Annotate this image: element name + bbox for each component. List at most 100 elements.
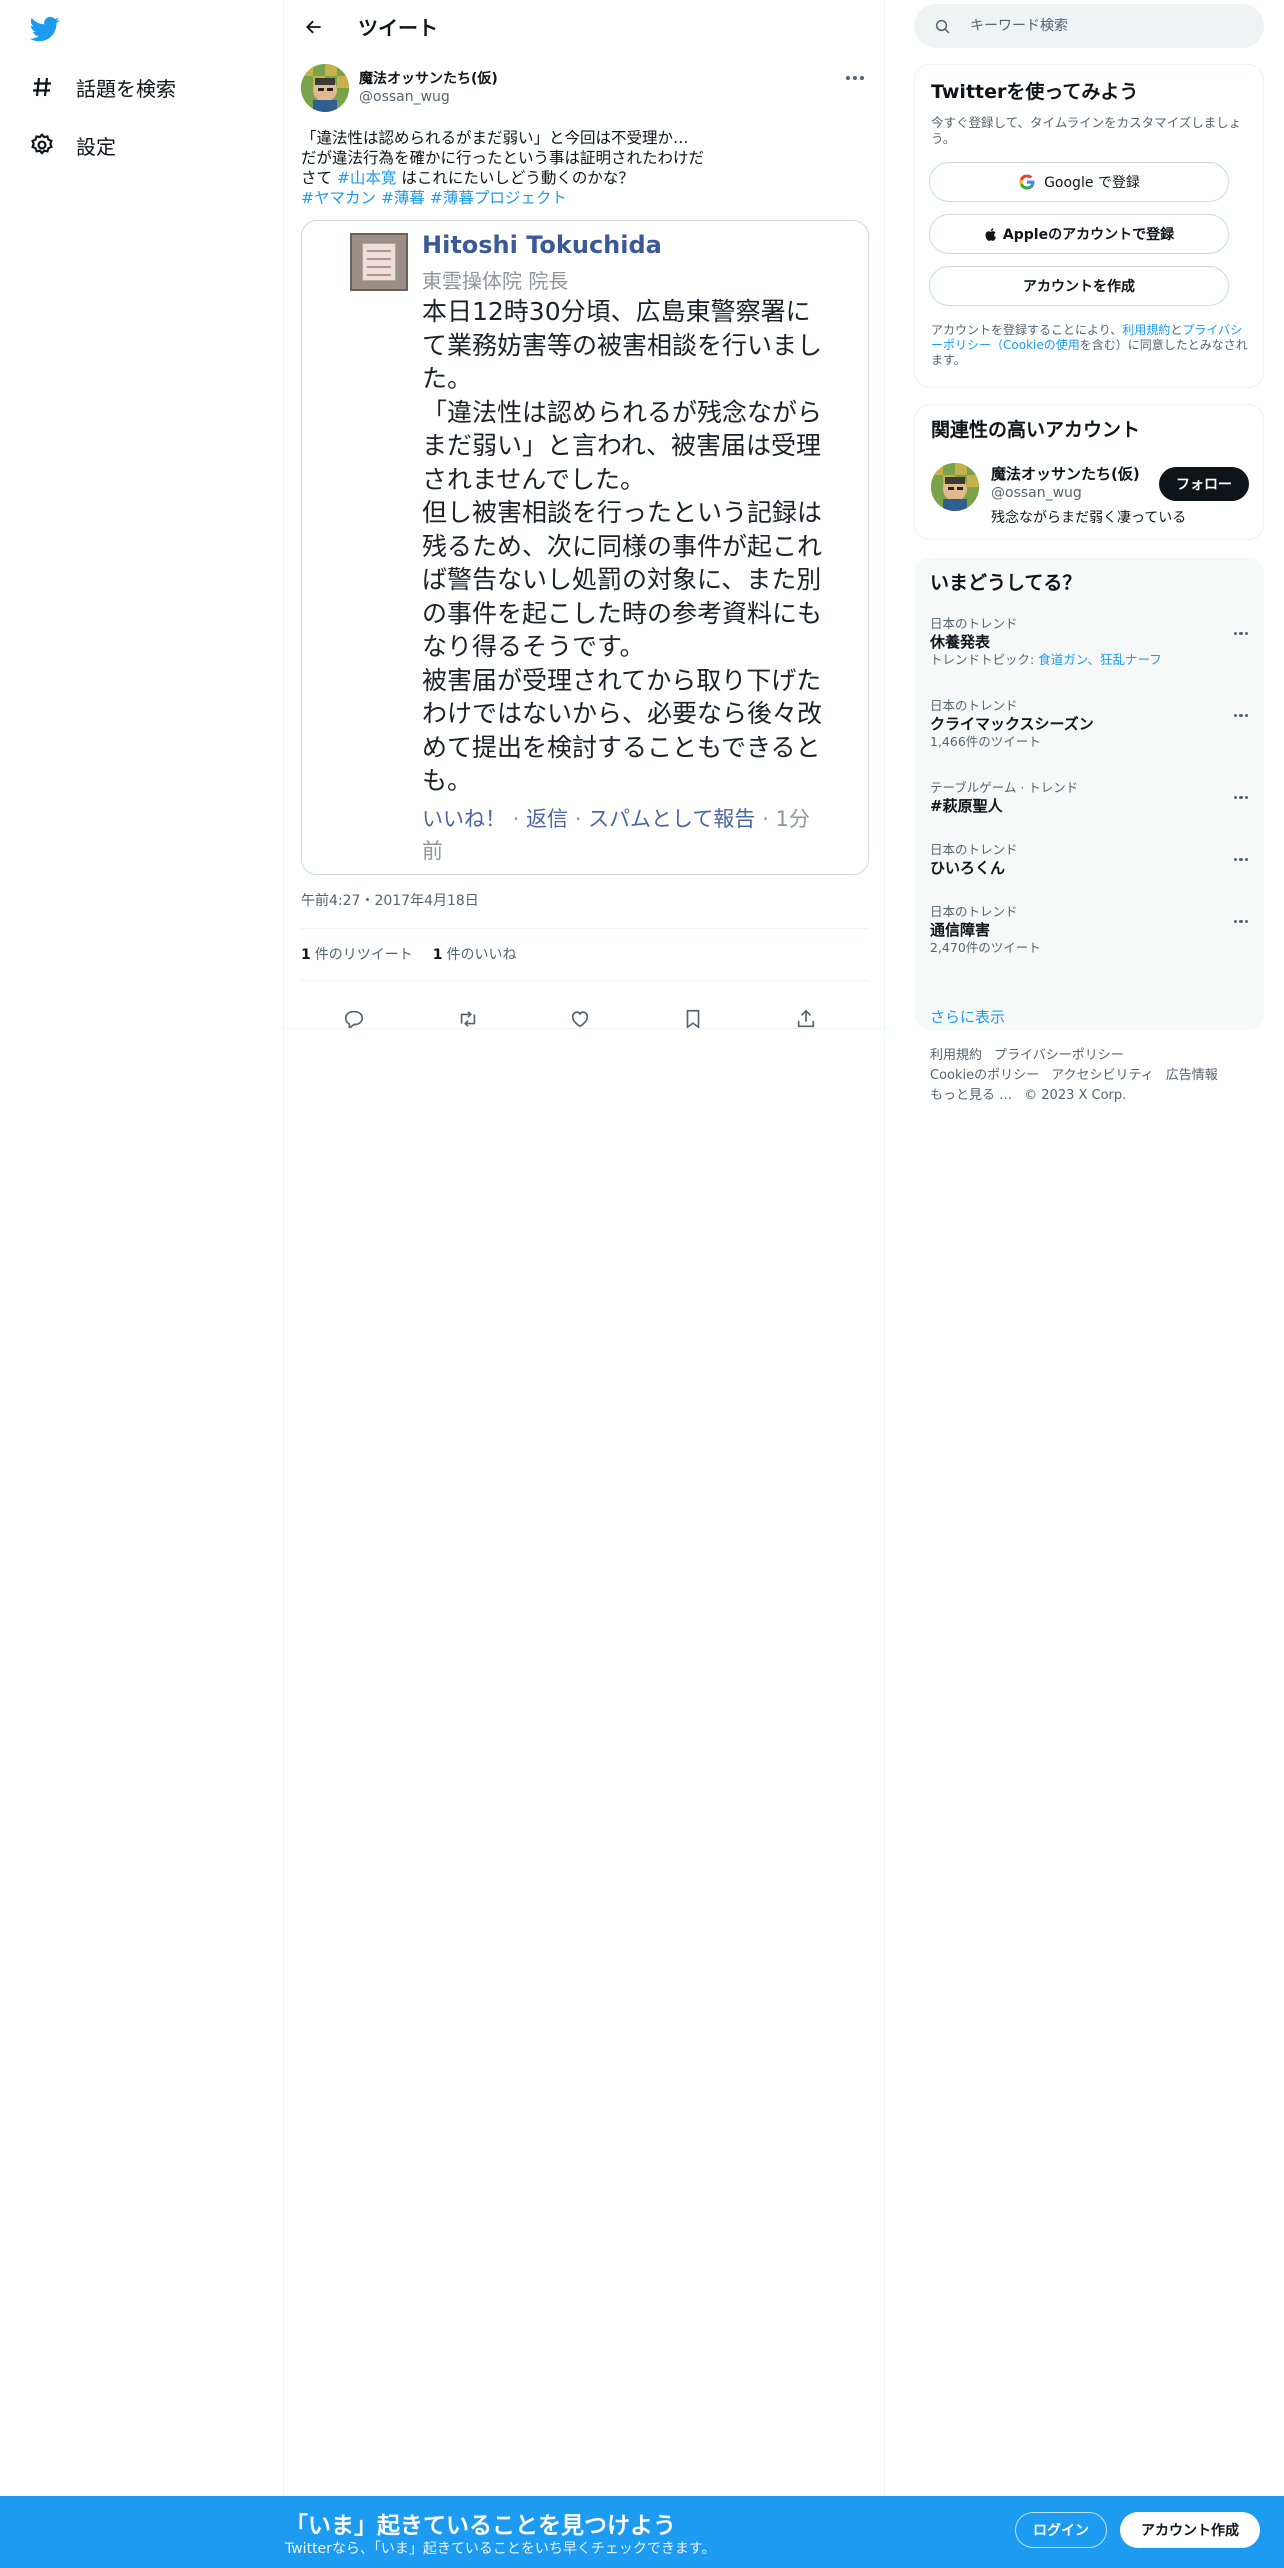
more-icon[interactable] xyxy=(930,620,1248,639)
post-time-cont: 前 xyxy=(422,839,443,863)
legal-text: と xyxy=(1170,323,1183,337)
footer-link[interactable]: アクセシビリティ xyxy=(1051,1068,1154,1083)
nav-explore[interactable]: 話題を検索 xyxy=(28,67,176,107)
trend-item[interactable]: 日本のトレンド 通信障害 2,470件のツイート xyxy=(930,904,1248,956)
google-signup-button[interactable]: Google で登録 xyxy=(929,162,1229,202)
post-line: 「違法性は認められるが残念ながら xyxy=(422,397,823,427)
post-author-subtitle: 東雲操体院 院長 xyxy=(422,269,569,293)
hashtag-row: #ヤマカン #薄暮 #薄暮プロジェクト xyxy=(301,188,869,208)
banner-title: 「いま」起きていることを見つけよう xyxy=(285,2513,676,2539)
trend-topic-links[interactable]: 食道ガン、狂乱ナーフ xyxy=(1038,652,1162,667)
search-icon xyxy=(935,19,950,34)
tweet-media-image[interactable]: Hitoshi Tokuchida 東雲操体院 院長 本日12時30分頃、広島東… xyxy=(301,220,869,875)
trend-meta: 1,466件のツイート xyxy=(930,734,1041,749)
trend-item[interactable]: 日本のトレンド 休養発表 トレンドトピック: 食道ガン、狂乱ナーフ xyxy=(930,616,1248,668)
hashtag-icon xyxy=(28,73,56,101)
twitter-bird-icon[interactable] xyxy=(28,14,62,44)
post-line: 残るため、次に同様の事件が起これ xyxy=(422,531,823,561)
tweet-text-fragment: はこれにたいしどう動くのかな？ xyxy=(396,169,634,187)
tweet-text-line: だが違法行為を確かに行ったという事は証明されたわけだ xyxy=(301,149,705,167)
post-line: の事件を起こした時の参考資料にも xyxy=(422,598,823,628)
more-icon[interactable] xyxy=(930,846,1248,865)
post-line: も。 xyxy=(422,766,473,795)
like-stat[interactable]: 1 件のいいね xyxy=(433,944,517,964)
trend-item[interactable]: テーブルゲーム · トレンド #萩原聖人 xyxy=(930,780,1248,816)
cookie-link[interactable]: （Cookieの使用 xyxy=(991,338,1080,352)
post-line: た。 xyxy=(422,364,473,393)
post-line: めて提出を検討することもできると xyxy=(422,732,821,762)
page-title: ツイート xyxy=(358,16,438,40)
post-line: 但し被害相談を行ったという記録は xyxy=(422,498,823,527)
author-name[interactable]: 魔法オッサンたち(仮) xyxy=(359,68,498,88)
tweet-timestamp[interactable]: 午前4:27・2017年4月18日 xyxy=(301,890,479,910)
tweet-stats: 1 件のリツイート 1 件のいいね xyxy=(301,944,517,964)
google-icon xyxy=(1019,174,1035,190)
signup-subtitle: 今すぐ登録して、タイムラインをカスタマイズしましょう。 xyxy=(931,115,1242,146)
footer-link[interactable]: もっと見る … xyxy=(930,1088,1012,1103)
back-button[interactable] xyxy=(299,12,329,42)
signup-legal-text: アカウントを登録することにより、利用規約とプライバシーポリシー（Cookieの使… xyxy=(931,323,1249,368)
post-line: なり得るそうです。 xyxy=(422,632,645,661)
nav-settings[interactable]: 設定 xyxy=(28,125,116,165)
terms-link[interactable]: 利用規約 xyxy=(1122,323,1170,337)
hashtag-link[interactable]: #薄暮 xyxy=(381,189,425,207)
footer-links: 利用規約 プライバシーポリシー Cookieのポリシー アクセシビリティ 広告情報 も… xyxy=(930,1046,1260,1106)
footer-link[interactable]: 広告情報 xyxy=(1166,1068,1218,1083)
hashtag-link[interactable]: #ヤマカン xyxy=(301,189,376,207)
footer-link[interactable]: プライバシーポリシー xyxy=(994,1048,1124,1063)
retweet-count: 1 xyxy=(301,947,311,963)
apple-signup-label: Appleのアカウントで登録 xyxy=(1002,227,1175,243)
post-actions: いいね！ · 返信 · スパムとして報告 · 1分 前 xyxy=(422,803,832,867)
related-accounts-card: 関連性の高いアカウント 魔法オッサンたち(仮) @ossan_wug 残念ながら… xyxy=(914,404,1264,540)
signup-button[interactable]: アカウント作成 xyxy=(1120,2512,1260,2548)
gear-icon xyxy=(28,131,56,159)
post-line: 本日12時30分頃、広島東警察署に xyxy=(422,297,811,326)
footer-link[interactable]: Cookieのポリシー xyxy=(930,1068,1039,1083)
nav-explore-label: 話題を検索 xyxy=(76,76,176,101)
avatar[interactable] xyxy=(301,64,349,112)
tweet-text-line: さて #山本寛 はこれにたいしどう動くのかな？ xyxy=(301,168,869,188)
related-account-name[interactable]: 魔法オッサンたち(仮) xyxy=(991,463,1140,484)
related-account-bio: 残念ながらまだ弱く凄っている xyxy=(991,510,1187,526)
retweet-stat[interactable]: 1 件のリツイート xyxy=(301,944,413,964)
post-time: 1分 xyxy=(775,807,810,831)
signup-card: Twitterを使ってみよう 今すぐ登録して、タイムラインをカスタマイズしましょ… xyxy=(914,64,1264,388)
post-line: ば警告ないし処罰の対象に、また別 xyxy=(422,565,822,594)
footer-link[interactable]: 利用規約 xyxy=(930,1048,982,1063)
apple-signup-button[interactable]: Appleのアカウントで登録 xyxy=(929,214,1229,254)
search-box[interactable] xyxy=(914,4,1264,48)
related-title: 関連性の高いアカウント xyxy=(931,419,1141,441)
tweet-action-bar xyxy=(301,996,869,1044)
login-button[interactable]: ログイン xyxy=(1015,2512,1107,2548)
trend-item[interactable]: 日本のトレンド クライマックスシーズン 1,466件のツイート xyxy=(930,698,1248,750)
avatar[interactable] xyxy=(931,463,979,511)
post-line: て業務妨害等の被害相談を行いまし xyxy=(422,330,823,360)
trend-meta: トレンドトピック: 食道ガン、狂乱ナーフ xyxy=(930,652,1248,668)
divider xyxy=(301,928,869,929)
post-spam-link: スパムとして報告 xyxy=(588,807,756,831)
more-icon[interactable] xyxy=(930,784,1248,803)
arrow-left-icon xyxy=(306,20,321,34)
post-line: 被害届が受理されてから取り下げた xyxy=(422,665,822,695)
left-sidebar: 話題を検索 設定 xyxy=(0,0,284,2496)
more-options-button[interactable] xyxy=(841,66,869,90)
hashtag-link[interactable]: #薄暮プロジェクト xyxy=(430,189,567,207)
related-account-handle[interactable]: @ossan_wug xyxy=(991,485,1082,501)
trends-title: いまどうしてる？ xyxy=(930,572,1082,594)
hashtag-link[interactable]: #山本寛 xyxy=(337,169,397,187)
follow-button[interactable]: フォロー xyxy=(1159,467,1249,501)
google-signup-label: Google で登録 xyxy=(1044,175,1140,191)
like-count: 1 xyxy=(432,947,443,963)
trend-meta-text: トレンドトピック: xyxy=(930,652,1039,667)
trend-meta: 2,470件のツイート xyxy=(930,940,1041,955)
show-more-link[interactable]: さらに表示 xyxy=(930,1006,1005,1027)
more-icon[interactable] xyxy=(930,702,1248,721)
post-reply-link: 返信 xyxy=(526,807,569,831)
search-input[interactable] xyxy=(970,14,1240,38)
trend-item[interactable]: 日本のトレンド ひいろくん xyxy=(930,842,1248,878)
author-handle[interactable]: @ossan_wug xyxy=(359,89,450,105)
more-icon[interactable] xyxy=(930,908,1248,927)
post-body: 本日12時30分頃、広島東警察署に て業務妨害等の被害相談を行いまし た。 「違… xyxy=(422,295,832,798)
create-account-button[interactable]: アカウントを作成 xyxy=(929,266,1229,306)
divider xyxy=(285,1028,885,1029)
